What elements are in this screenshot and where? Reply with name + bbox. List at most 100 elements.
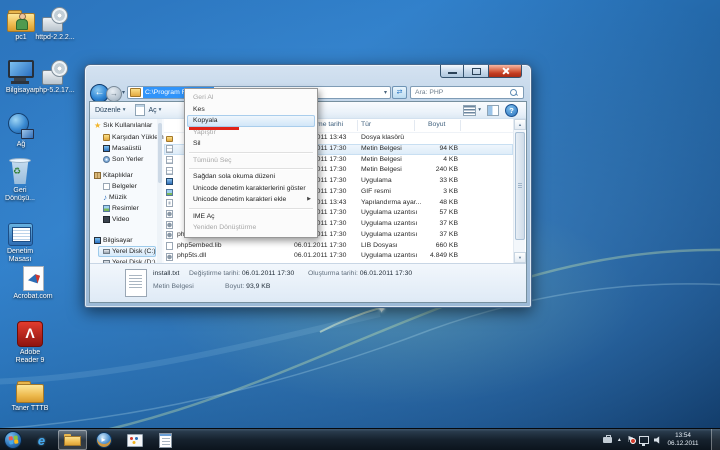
help-button[interactable]: ? bbox=[505, 104, 518, 117]
show-hidden-icons[interactable]: ▲ bbox=[617, 437, 622, 443]
sidebar-item-local-disk-c[interactable]: Yerel Disk (C:) bbox=[103, 246, 156, 257]
network-status-icon[interactable] bbox=[639, 436, 649, 444]
details-modified-value: 06.01.2011 17:30 bbox=[242, 270, 294, 277]
scrollbar-thumb[interactable] bbox=[158, 123, 162, 183]
start-button[interactable] bbox=[4, 431, 22, 449]
menu-item-copy[interactable]: Kopyala bbox=[187, 115, 315, 127]
desktop-icon-taner-folder[interactable]: Taner TTTB bbox=[7, 376, 53, 413]
notepad-icon bbox=[159, 433, 172, 448]
taskbar-media-player[interactable]: ▸ bbox=[89, 430, 118, 450]
back-arrow-icon: ← bbox=[95, 87, 105, 98]
desktop-icon-denetim-masasi[interactable]: Denetim Masası bbox=[2, 219, 38, 263]
annotation-red-underline bbox=[189, 127, 239, 130]
sidebar-item-documents[interactable]: Belgeler bbox=[103, 181, 137, 192]
address-dropdown-icon[interactable]: ▾ bbox=[384, 89, 390, 96]
forward-button[interactable]: → bbox=[106, 86, 122, 102]
desktop-icon-php[interactable]: php-5.2.17... bbox=[32, 58, 78, 95]
sidebar-scrollbar[interactable] bbox=[157, 119, 162, 263]
preview-pane-icon[interactable] bbox=[487, 105, 499, 116]
details-modified-label: Değiştirme tarihi: bbox=[189, 270, 240, 277]
close-button[interactable] bbox=[489, 65, 522, 78]
taskbar: e ▸ ▲ ⚑ 13:54 06.12.2011 bbox=[0, 428, 720, 450]
menu-item-show-unicode[interactable]: Unicode denetim karakterlerini göster bbox=[187, 183, 315, 195]
application-icon bbox=[166, 178, 173, 185]
column-header-type[interactable]: Tür bbox=[361, 121, 371, 128]
taskbar-windows-explorer[interactable] bbox=[58, 430, 87, 450]
desktop-icon-httpd[interactable]: httpd-2.2.2... bbox=[32, 5, 78, 42]
sidebar-item-desktop[interactable]: Masaüstü bbox=[103, 143, 141, 154]
network-icon bbox=[8, 113, 34, 139]
folder-icon bbox=[130, 88, 141, 97]
chevron-down-icon: ▾ bbox=[123, 107, 126, 113]
star-icon: ★ bbox=[94, 122, 101, 130]
scroll-up-icon[interactable]: ▲ bbox=[514, 119, 526, 130]
system-tray: ▲ ⚑ bbox=[603, 429, 662, 450]
menu-separator bbox=[189, 152, 313, 153]
taskbar-paint[interactable] bbox=[120, 430, 149, 450]
paint-icon bbox=[127, 434, 143, 447]
scrollbar-thumb[interactable] bbox=[515, 132, 525, 240]
volume-icon[interactable] bbox=[654, 436, 662, 444]
menu-item-undo: Geri Al bbox=[187, 92, 315, 104]
desktop-icon-adobe-reader[interactable]: Λ Adobe Reader 9 bbox=[12, 320, 48, 364]
maximize-button[interactable] bbox=[464, 65, 489, 78]
libraries-icon bbox=[94, 172, 101, 179]
menu-item-rtl-reading[interactable]: Sağdan sola okuma düzeni bbox=[187, 171, 315, 183]
text-file-icon bbox=[166, 156, 173, 164]
windows-flag-icon bbox=[8, 435, 18, 444]
document-icon bbox=[135, 104, 145, 116]
history-dropdown-icon[interactable]: ▾ bbox=[122, 89, 125, 96]
show-desktop-button[interactable] bbox=[711, 429, 720, 450]
acrobat-document-icon bbox=[23, 266, 44, 291]
clock-date: 06.12.2011 bbox=[663, 440, 703, 448]
navigation-pane: ★ Sık Kullanılanlar Karşıdan Yüklem Masa… bbox=[90, 119, 164, 263]
open-button[interactable]: Aç ▾ bbox=[130, 102, 166, 118]
desktop-icon-ag[interactable]: Ağ bbox=[0, 112, 44, 149]
details-size-value: 93,9 KB bbox=[246, 283, 270, 290]
adobe-reader-icon: Λ bbox=[17, 321, 43, 347]
folder-icon bbox=[16, 381, 44, 403]
submenu-arrow-icon: ▶ bbox=[307, 194, 311, 206]
sidebar-item-computer[interactable]: Bilgisayar bbox=[94, 235, 132, 246]
internet-explorer-icon: e bbox=[38, 433, 45, 448]
sidebar-item-favorites[interactable]: ★ Sık Kullanılanlar bbox=[94, 120, 152, 131]
desktop-icon-label: Acrobat.com bbox=[10, 293, 56, 301]
refresh-button[interactable]: ⇄ bbox=[392, 86, 407, 99]
sidebar-item-pictures[interactable]: Resimler bbox=[103, 203, 139, 214]
scroll-down-icon[interactable]: ▼ bbox=[514, 252, 526, 263]
views-icon bbox=[463, 105, 476, 116]
desktop-icon-recycle-bin[interactable]: ♻ Geri Dönüşü... bbox=[2, 158, 38, 202]
desktop-icon-acrobat-com[interactable]: Acrobat.com bbox=[10, 264, 56, 301]
sidebar-item-recent-places[interactable]: Son Yerler bbox=[103, 154, 143, 165]
refresh-icon: ⇄ bbox=[397, 89, 403, 96]
column-header-size[interactable]: Boyut bbox=[428, 121, 445, 128]
tray-app-icon[interactable] bbox=[603, 437, 612, 443]
menu-item-cut[interactable]: Kes bbox=[187, 104, 315, 116]
desktop-icon-label: php-5.2.17... bbox=[32, 87, 78, 95]
maximize-icon bbox=[472, 68, 481, 75]
sidebar-item-downloads[interactable]: Karşıdan Yüklem bbox=[103, 132, 164, 143]
chevron-down-icon: ▾ bbox=[159, 107, 162, 113]
recent-places-icon bbox=[103, 156, 110, 163]
control-panel-icon bbox=[8, 223, 33, 246]
lib-file-icon bbox=[166, 242, 173, 250]
menu-item-ime[interactable]: IME Aç bbox=[187, 211, 315, 223]
views-button[interactable]: ▾ bbox=[463, 105, 481, 116]
taskbar-clock[interactable]: 13:54 06.12.2011 bbox=[663, 432, 703, 447]
desktop-icon bbox=[103, 145, 110, 152]
minimize-button[interactable] bbox=[440, 65, 464, 78]
taskbar-internet-explorer[interactable]: e bbox=[27, 430, 56, 450]
sidebar-item-music[interactable]: ♪ Müzik bbox=[103, 192, 127, 203]
menu-item-delete[interactable]: Sil bbox=[187, 138, 315, 150]
menu-item-insert-unicode[interactable]: Unicode denetim karakteri ekle ▶ bbox=[187, 194, 315, 206]
file-row[interactable]: php5embed.lib06.01.2011 17:30 LIB Dosyas… bbox=[164, 241, 513, 252]
search-hint-text: Ara: PHP bbox=[411, 89, 510, 96]
sidebar-item-libraries[interactable]: Kitaplıklar bbox=[94, 170, 133, 181]
file-list-scrollbar[interactable]: ▲ ▼ bbox=[513, 119, 525, 263]
taskbar-notepad[interactable] bbox=[151, 430, 180, 450]
organize-button[interactable]: Düzenle ▾ bbox=[90, 102, 130, 118]
sidebar-item-video[interactable]: Video bbox=[103, 214, 129, 225]
file-row[interactable]: php5ts.dll06.01.2011 17:30 Uygulama uzan… bbox=[164, 251, 513, 262]
search-box[interactable]: Ara: PHP bbox=[410, 86, 524, 99]
action-center-icon[interactable]: ⚑ bbox=[627, 436, 634, 444]
